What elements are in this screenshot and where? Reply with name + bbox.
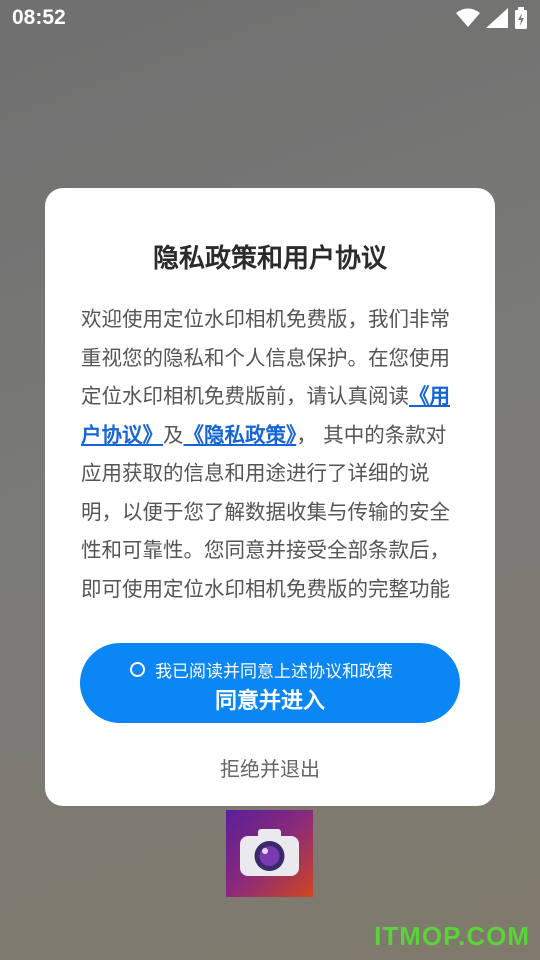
body-text-and: 及 (163, 422, 184, 447)
signal-icon (486, 8, 508, 28)
agree-button-label: 同意并进入 (214, 689, 325, 714)
reject-button[interactable]: 拒绝并退出 (45, 753, 495, 782)
consent-checkbox-label: 我已阅读并同意上述协议和政策 (155, 662, 393, 682)
consent-checkbox[interactable]: 我已阅读并同意上述协议和政策 (130, 657, 393, 682)
status-time: 08:52 (12, 6, 66, 29)
agree-button[interactable]: 我已阅读并同意上述协议和政策 同意并进入 (80, 643, 460, 723)
camera-app-icon (226, 810, 313, 897)
site-watermark: ITMOP.COM (374, 921, 530, 951)
privacy-policy-link[interactable]: 《隐私政策》 (184, 423, 297, 447)
body-text-part2: ， 其中的条款对应用获取的信息和用途进行了详细的说明，以便于您了解数据收集与传输… (81, 422, 450, 601)
wifi-icon (456, 8, 480, 27)
privacy-dialog: 隐私政策和用户协议 欢迎使用定位水印相机免费版，我们非常重视您的隐私和个人信息保… (45, 188, 495, 806)
status-bar: 08:52 (0, 0, 540, 36)
battery-charging-icon (515, 7, 527, 29)
camera-icon (240, 829, 299, 876)
dialog-body: 欢迎使用定位水印相机免费版，我们非常重视您的隐私和个人信息保护。在您使用定位水印… (81, 300, 461, 608)
body-text-part1: 欢迎使用定位水印相机免费版，我们非常重视您的隐私和个人信息保护。在您使用定位水印… (81, 307, 450, 408)
radio-unchecked-icon[interactable] (130, 662, 145, 677)
status-icons (456, 6, 528, 30)
dialog-title: 隐私政策和用户协议 (152, 244, 387, 274)
